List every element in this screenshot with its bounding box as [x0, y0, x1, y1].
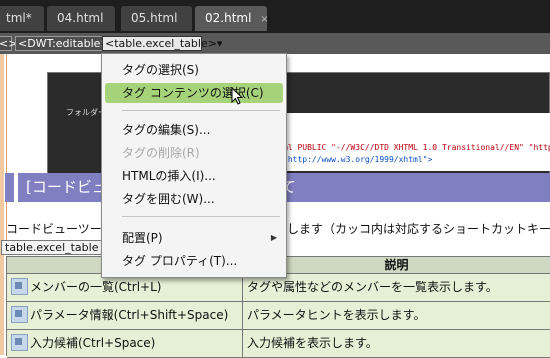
document-tab-bar: tml* 04.html 05.html 02.html × [0, 0, 550, 33]
editable-region-line [6, 54, 7, 244]
tag-chip-table-excel-table[interactable]: <table.excel_table>▾ [102, 36, 222, 51]
tag-selector-bar: <> <DWT:editable> <table.excel_table>▾ [0, 33, 550, 54]
table-cell-description: タグや属性などのメンバーを一覧表示します。 [243, 274, 550, 302]
tab-05-html[interactable]: 05.html [121, 6, 192, 31]
mouse-pointer-icon [231, 87, 243, 105]
menu-separator [122, 216, 280, 217]
parameter-info-icon [11, 306, 28, 323]
body-paragraph-end: します（カッコ内は対応するショートカットキー） [287, 222, 550, 236]
chevron-down-icon[interactable]: ▾ [217, 37, 223, 50]
menu-separator [122, 110, 280, 111]
tag-chip-parent[interactable]: <> [0, 36, 17, 51]
table-row: パラメータ情報(Ctrl+Shift+Space) [7, 302, 243, 330]
tab-label: 02.html [205, 11, 252, 25]
table-row: 入力候補(Ctrl+Space) [7, 330, 243, 358]
heading-accent-bar [5, 173, 14, 202]
code-line-doctype: ml PUBLIC "-//W3C//DTD XHTML 1.0 Transit… [283, 143, 550, 152]
tab-label: 04.html [57, 11, 104, 25]
menu-item-wrap-tag[interactable]: タグを囲む(W)... [105, 189, 283, 209]
tab-label: 05.html [131, 11, 178, 25]
tab-02-html[interactable]: 02.html × [195, 6, 269, 31]
menu-item-align[interactable]: 配置(P) ▶ [105, 228, 283, 248]
menu-item-tag-properties[interactable]: タグ プロパティ(T)... [105, 251, 283, 271]
submenu-arrow-icon: ▶ [270, 233, 277, 242]
tag-context-menu: タグの選択(S) タグ コンテンツの選択(C) タグの編集(S)... タグの削… [101, 53, 287, 278]
table-row: メンバーの一覧(Ctrl+L) [7, 274, 243, 302]
table-cell-description: 入力候補を表示します。 [243, 330, 550, 358]
member-list-icon [11, 278, 28, 295]
table-cell-description: パラメータヒントを表示します。 [243, 302, 550, 330]
tab-04-html[interactable]: 04.html [47, 6, 115, 31]
code-line-xmlns: "http://www.w3.org/1999/xhtml"> [283, 155, 433, 164]
completion-icon [11, 334, 28, 351]
tab-truncated[interactable]: tml* [0, 6, 44, 31]
menu-item-remove-tag: タグの削除(R) [122, 146, 200, 160]
table-header-description: 説明 [243, 257, 550, 274]
tag-chip-dwt-editable[interactable]: <DWT:editable> [15, 36, 113, 51]
menu-item-insert-html[interactable]: HTMLの挿入(I)... [105, 166, 283, 186]
close-tab-icon[interactable]: × [260, 14, 268, 25]
editable-region-marker [0, 54, 4, 355]
folder-label: フォルダー [66, 108, 106, 117]
menu-item-select-tag[interactable]: タグの選択(S) [105, 60, 283, 80]
table-tag-label[interactable]: table.excel_table [1, 240, 103, 255]
tab-label: tml* [6, 11, 32, 25]
menu-item-select-tag-contents[interactable]: タグ コンテンツの選択(C) [105, 83, 283, 103]
body-paragraph-start: コードビューツール [6, 222, 114, 236]
menu-item-edit-tag[interactable]: タグの編集(S)... [105, 120, 283, 140]
